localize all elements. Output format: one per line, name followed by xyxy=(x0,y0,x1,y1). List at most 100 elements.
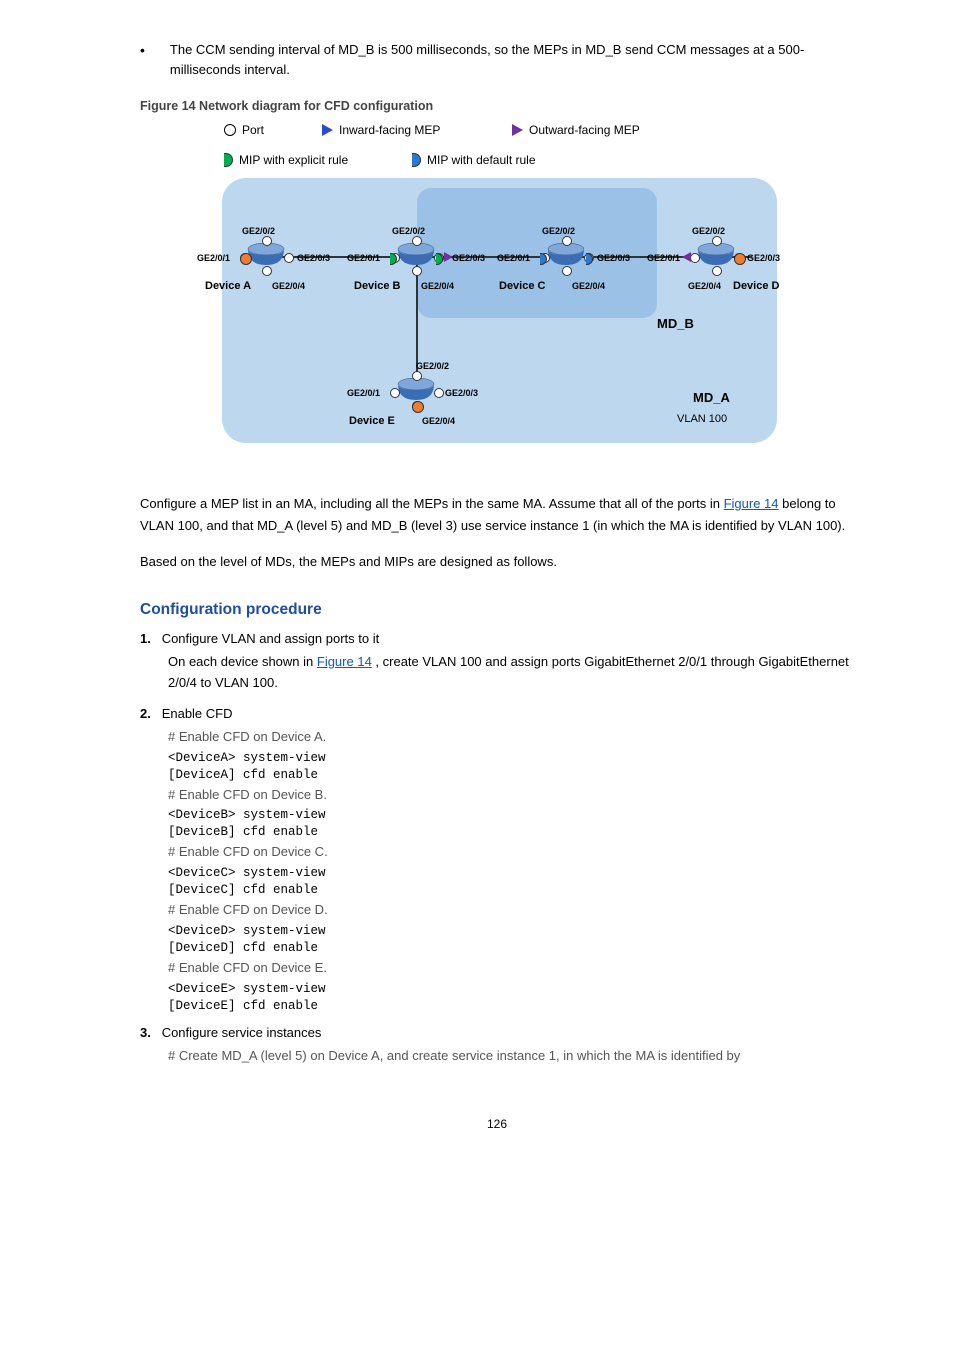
vline-be xyxy=(416,263,418,375)
label-a-p4: GE2/0/4 xyxy=(272,281,305,291)
mda-label: MD_A xyxy=(693,390,730,405)
label-e-p4: GE2/0/4 xyxy=(422,416,455,426)
label-device-d: Device D xyxy=(733,280,779,292)
legend-inward-label: Inward-facing MEP xyxy=(339,123,440,137)
step2-hash-b: # Enable CFD on Device B. xyxy=(168,785,854,806)
cmd-b1: <DeviceB> system-view xyxy=(168,808,854,822)
legend-port-label: Port xyxy=(242,123,264,137)
port-d1 xyxy=(690,253,700,263)
legend-mip-default: MIP with default rule xyxy=(412,153,536,167)
router-e-icon xyxy=(397,378,435,402)
cmd-e1: <DeviceE> system-view xyxy=(168,982,854,996)
step-2: 2. Enable CFD xyxy=(140,706,854,721)
step3-hash: # Create MD_A (level 5) on Device A, and… xyxy=(168,1046,854,1067)
cmd-b2: [DeviceB] cfd enable xyxy=(168,825,854,839)
label-b-p2: GE2/0/2 xyxy=(392,226,425,236)
config-text1: Configure a MEP list in an MA, including… xyxy=(140,496,724,511)
cmd-e2: [DeviceE] cfd enable xyxy=(168,999,854,1013)
step2-hash-a: # Enable CFD on Device A. xyxy=(168,727,854,748)
label-d-p1: GE2/0/1 xyxy=(647,253,680,263)
port-a4 xyxy=(262,266,272,276)
label-c-p4: GE2/0/4 xyxy=(572,281,605,291)
step1-head: Configure VLAN and assign ports to it xyxy=(162,631,380,646)
port-a3 xyxy=(284,253,294,263)
figure-link-1[interactable]: Figure 14 xyxy=(724,496,779,511)
mip-explicit-icon xyxy=(224,153,233,167)
figure-link-2[interactable]: Figure 14 xyxy=(317,654,372,669)
label-b-p3: GE2/0/3 xyxy=(452,253,485,263)
network-diagram: Port Inward-facing MEP Outward-facing ME… xyxy=(202,123,792,463)
step2-hash-d: # Enable CFD on Device D. xyxy=(168,900,854,921)
mep-inward-d3 xyxy=(734,253,746,265)
config-para2: Based on the level of MDs, the MEPs and … xyxy=(140,551,854,573)
label-a-p2: GE2/0/2 xyxy=(242,226,275,236)
port-d2 xyxy=(712,236,722,246)
label-device-e: Device E xyxy=(349,415,395,427)
label-d-p2: GE2/0/2 xyxy=(692,226,725,236)
label-device-c: Device C xyxy=(499,280,545,292)
cmd-a1: <DeviceA> system-view xyxy=(168,751,854,765)
label-b-p1: GE2/0/1 xyxy=(347,253,380,263)
label-e-p1: GE2/0/1 xyxy=(347,388,380,398)
intro-bullet: • The CCM sending interval of MD_B is 50… xyxy=(140,40,854,79)
step1-body: On each device shown in Figure 14 , crea… xyxy=(168,652,854,694)
label-a-p1: GE2/0/1 xyxy=(197,253,230,263)
outward-mep-icon xyxy=(512,124,523,136)
port-b4 xyxy=(412,266,422,276)
page-number: 126 xyxy=(140,1117,854,1131)
router-c-icon xyxy=(547,243,585,267)
step1-text: On each device shown in xyxy=(168,654,317,669)
step2-head: Enable CFD xyxy=(162,706,233,721)
bullet-icon: • xyxy=(140,42,145,58)
port-e2 xyxy=(412,371,422,381)
config-para1: Configure a MEP list in an MA, including… xyxy=(140,493,854,537)
mep-inward-e4 xyxy=(412,401,424,413)
mep-out-d1 xyxy=(682,252,691,262)
figure-title: Figure 14 Network diagram for CFD config… xyxy=(140,99,854,113)
step2-hash-e: # Enable CFD on Device E. xyxy=(168,958,854,979)
cmd-d1: <DeviceD> system-view xyxy=(168,924,854,938)
port-d4 xyxy=(712,266,722,276)
vlan-label: VLAN 100 xyxy=(677,413,727,425)
intro-text: The CCM sending interval of MD_B is 500 … xyxy=(170,40,854,79)
router-d-icon xyxy=(697,243,735,267)
cmd-d2: [DeviceD] cfd enable xyxy=(168,941,854,955)
port-circle-icon xyxy=(224,124,236,136)
legend-outward-label: Outward-facing MEP xyxy=(529,123,640,137)
label-e-p3: GE2/0/3 xyxy=(445,388,478,398)
port-e3 xyxy=(434,388,444,398)
section-heading: Configuration procedure xyxy=(140,601,854,619)
cmd-c2: [DeviceC] cfd enable xyxy=(168,883,854,897)
legend-port: Port xyxy=(224,123,264,137)
port-e1 xyxy=(390,388,400,398)
step2-hash-c: # Enable CFD on Device C. xyxy=(168,842,854,863)
label-c-p2: GE2/0/2 xyxy=(542,226,575,236)
port-a2 xyxy=(262,236,272,246)
port-b2 xyxy=(412,236,422,246)
legend-mip-default-label: MIP with default rule xyxy=(427,153,536,167)
label-e-p2: GE2/0/2 xyxy=(416,361,449,371)
cmd-c1: <DeviceC> system-view xyxy=(168,866,854,880)
label-device-a: Device A xyxy=(205,280,251,292)
cmd-a2: [DeviceA] cfd enable xyxy=(168,768,854,782)
legend-outward-mep: Outward-facing MEP xyxy=(512,123,640,137)
step-3: 3. Configure service instances xyxy=(140,1025,854,1040)
step3-head: Configure service instances xyxy=(162,1025,322,1040)
label-c-p3: GE2/0/3 xyxy=(597,253,630,263)
label-b-p4: GE2/0/4 xyxy=(421,281,454,291)
legend-inward-mep: Inward-facing MEP xyxy=(322,123,440,137)
legend-mip-explicit: MIP with explicit rule xyxy=(224,153,348,167)
mdb-label: MD_B xyxy=(657,316,694,331)
label-a-p3: GE2/0/3 xyxy=(297,253,330,263)
mip-default-icon xyxy=(412,153,421,167)
mep-inward-a1 xyxy=(240,253,252,265)
port-c2 xyxy=(562,236,572,246)
port-c4 xyxy=(562,266,572,276)
step-1: 1. Configure VLAN and assign ports to it xyxy=(140,631,854,646)
label-d-p3: GE2/0/3 xyxy=(747,253,780,263)
label-device-b: Device B xyxy=(354,280,400,292)
inward-mep-icon xyxy=(322,124,333,136)
router-b-icon xyxy=(397,243,435,267)
router-a-icon xyxy=(247,243,285,267)
label-c-p1: GE2/0/1 xyxy=(497,253,530,263)
